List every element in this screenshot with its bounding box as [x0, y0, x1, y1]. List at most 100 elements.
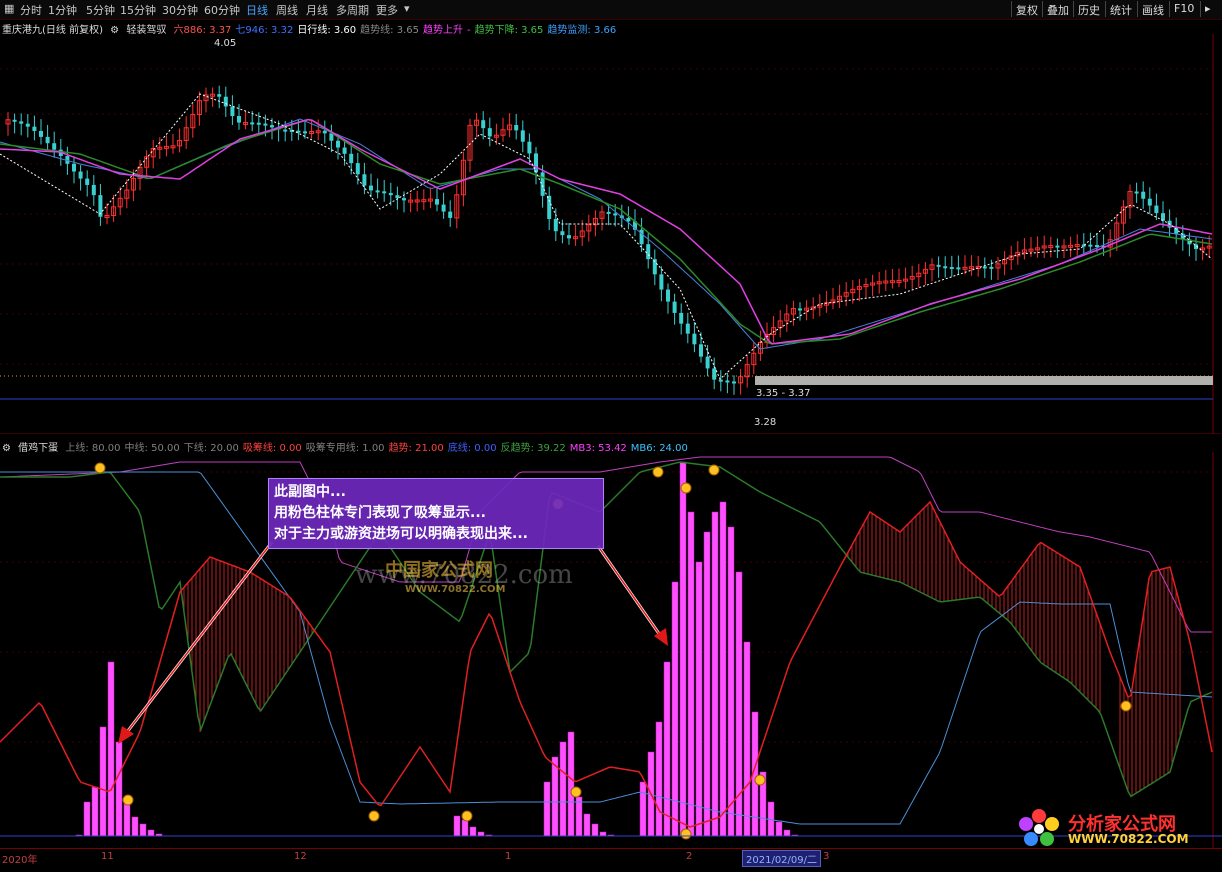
- candle-down: [626, 218, 631, 222]
- pink-bar: [679, 461, 687, 837]
- period-15min[interactable]: 15分钟: [120, 2, 156, 18]
- period-day[interactable]: 日线: [246, 2, 268, 18]
- pink-bar: [567, 731, 575, 837]
- period-week[interactable]: 周线: [276, 2, 298, 18]
- pink-bar: [453, 815, 461, 837]
- candle-down: [1154, 205, 1159, 214]
- watermark-url: WWW.70822.COM: [405, 584, 506, 595]
- candle-down: [553, 218, 558, 232]
- pink-bar: [695, 561, 703, 837]
- candle-down: [369, 185, 373, 191]
- more-dropdown-icon[interactable]: ▾: [404, 2, 410, 15]
- watermark-logo: 中国家公式网: [385, 560, 493, 581]
- pink-bar: [551, 756, 559, 837]
- candle-down: [375, 190, 380, 193]
- gold-coin-icon: [754, 774, 766, 786]
- gold-coin-icon: [368, 810, 380, 822]
- pink-bar: [639, 781, 647, 837]
- overlay-button[interactable]: 叠加: [1042, 1, 1073, 17]
- candle-down: [943, 266, 948, 269]
- date-axis: 2020年 11 12 1 2 2021/02/09/二 3: [0, 848, 1222, 872]
- candle-down: [481, 120, 486, 129]
- axis-label: 2: [686, 851, 693, 862]
- candle-down: [989, 266, 994, 269]
- candle-down: [25, 123, 30, 127]
- gold-coin-icon: [680, 482, 692, 494]
- candle-down: [606, 211, 611, 214]
- candle-down: [435, 199, 439, 205]
- arrow-left-head: [118, 726, 134, 744]
- pink-bar: [687, 511, 695, 837]
- brand-url: WWW.70822.COM: [1068, 832, 1189, 846]
- pink-bar: [123, 801, 131, 837]
- axis-label: 2020年: [2, 855, 38, 866]
- period-fenshi[interactable]: 分时: [20, 2, 42, 18]
- pink-bar: [703, 531, 711, 837]
- axis-label: 3: [823, 851, 830, 862]
- period-month[interactable]: 月线: [306, 2, 328, 18]
- candle-down: [1055, 245, 1060, 248]
- period-more[interactable]: 更多: [376, 2, 398, 18]
- period-multi[interactable]: 多周期: [336, 2, 369, 18]
- candle-down: [78, 171, 83, 179]
- candle-down: [19, 121, 24, 124]
- fuquan-button[interactable]: 复权: [1011, 1, 1042, 17]
- pink-bar: [139, 823, 147, 837]
- pink-bar: [115, 741, 123, 837]
- pink-bar: [543, 781, 551, 837]
- candle-down: [355, 163, 360, 175]
- indicator-chart[interactable]: [0, 452, 1222, 848]
- annotation-line-3: 对于主力或游资进场可以明确表现出来...: [274, 526, 528, 542]
- pink-bar: [99, 726, 107, 837]
- pink-bar: [107, 661, 115, 837]
- candle-down: [303, 131, 307, 134]
- annotation-box: 此副图中... 用粉色柱体专门表现了吸筹显示... 对于主力或游资进场可以明确表…: [268, 478, 604, 549]
- candle-down: [613, 213, 618, 216]
- draw-button[interactable]: 画线: [1137, 1, 1168, 17]
- history-button[interactable]: 历史: [1073, 1, 1104, 17]
- pink-bar: [783, 829, 791, 837]
- candle-down: [659, 274, 664, 290]
- candle-down: [692, 333, 697, 345]
- candle-down: [982, 266, 987, 269]
- candle-down: [718, 379, 723, 382]
- candle-down: [732, 381, 736, 384]
- candle-down: [956, 267, 961, 270]
- gold-coin-icon: [94, 462, 106, 474]
- candle-down: [395, 195, 400, 199]
- annotation-line-2: 用粉色柱体专门表现了吸筹显示...: [274, 505, 486, 521]
- expand-button[interactable]: ▸: [1200, 1, 1215, 17]
- candle-down: [527, 141, 532, 154]
- pink-bar: [599, 831, 607, 837]
- candle-down: [441, 204, 446, 212]
- period-60min[interactable]: 60分钟: [204, 2, 240, 18]
- candle-down: [322, 130, 327, 134]
- candle-down: [362, 174, 367, 186]
- stats-button[interactable]: 统计: [1105, 1, 1136, 17]
- candle-down: [1141, 191, 1146, 199]
- pink-bar: [591, 823, 599, 837]
- candle-down: [798, 308, 802, 311]
- candle-down: [342, 147, 347, 154]
- period-30min[interactable]: 30分钟: [162, 2, 198, 18]
- period-5min[interactable]: 5分钟: [86, 2, 115, 18]
- pink-bar: [91, 786, 99, 837]
- gold-coin-icon: [680, 828, 692, 840]
- pink-bar: [477, 831, 485, 837]
- pink-bar: [743, 641, 751, 837]
- candle-down: [1134, 191, 1139, 194]
- price-chart[interactable]: 4.05 3.35 - 3.37 3.28: [0, 34, 1222, 434]
- pink-bar: [711, 511, 719, 837]
- toggle-icon[interactable]: ▦: [4, 2, 14, 15]
- pink-bar: [461, 819, 469, 837]
- candle-down: [534, 153, 538, 173]
- candle-down: [250, 122, 255, 125]
- candle-down: [336, 140, 340, 148]
- pink-bar: [559, 741, 567, 837]
- brand-logo: 分析家公式网 WWW.70822.COM: [1016, 808, 1216, 848]
- period-1min[interactable]: 1分钟: [48, 2, 77, 18]
- candle-down: [699, 344, 703, 357]
- annotation-line-1: 此副图中...: [274, 484, 346, 500]
- f10-button[interactable]: F10: [1169, 1, 1198, 17]
- candle-down: [217, 94, 222, 97]
